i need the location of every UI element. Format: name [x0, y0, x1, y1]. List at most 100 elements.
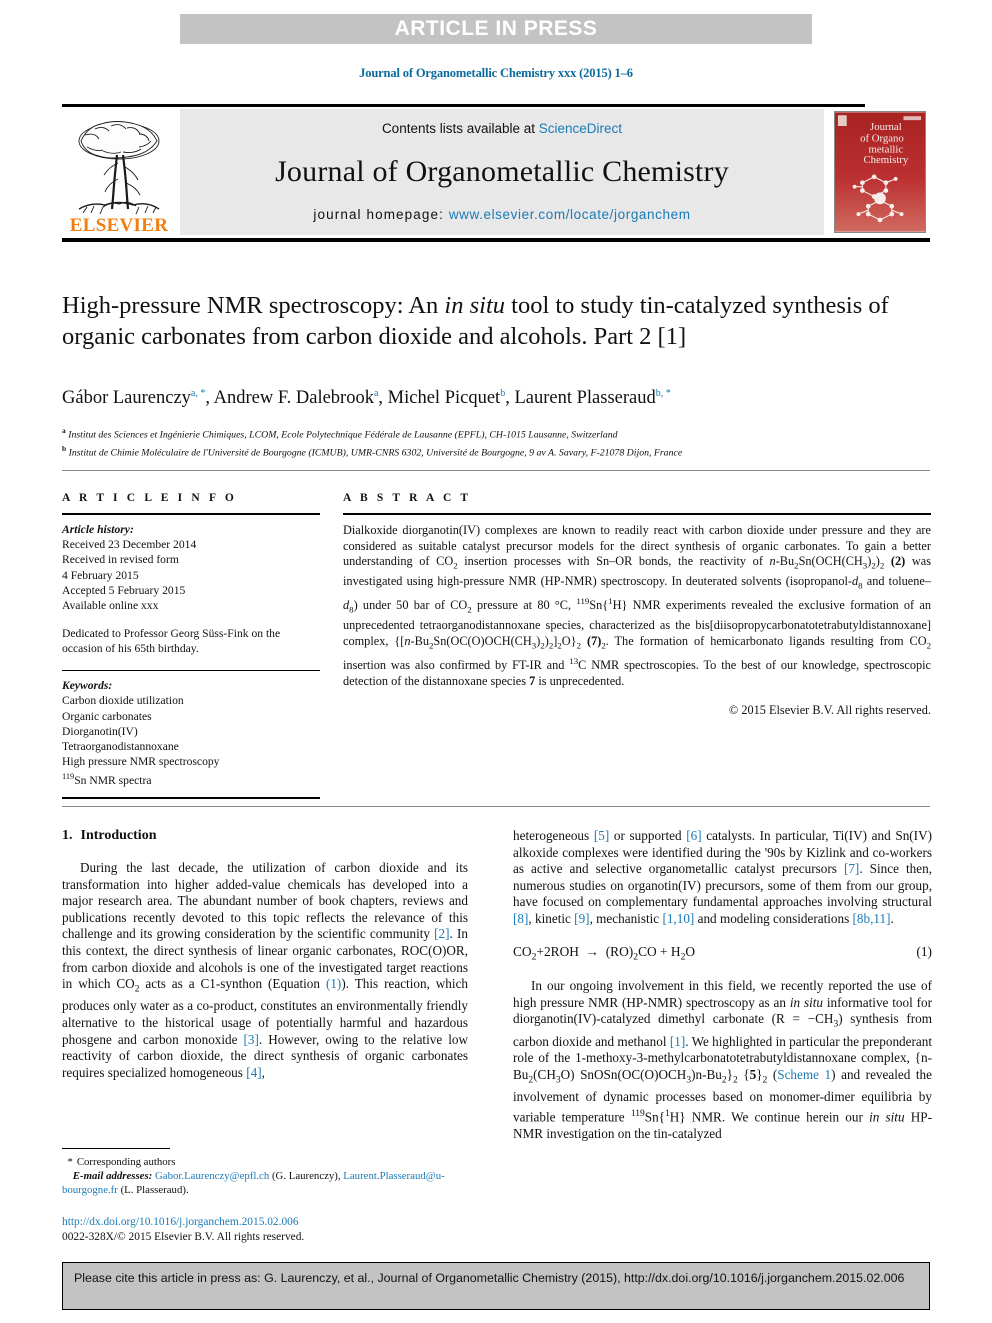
equation-1-body: CO2+2ROH → (RO)2CO + H2O: [513, 943, 696, 963]
scheme-link[interactable]: Scheme 1: [777, 1067, 831, 1082]
homepage-label: journal homepage:: [313, 207, 449, 222]
affiliation-text-b: Institut de Chimie Moléculaire de l'Univ…: [68, 447, 683, 459]
article-in-press-label: ARTICLE IN PRESS: [394, 17, 598, 40]
keyword-item: Tetraorganodistannoxane: [62, 739, 179, 753]
keywords-label: Keywords:: [62, 679, 113, 693]
equation-link[interactable]: (1): [326, 976, 341, 991]
affiliation-list: a Institut des Sciences et Ingénierie Ch…: [62, 424, 922, 461]
author-marks-3[interactable]: b, *: [656, 388, 671, 399]
info-section-top-rule: [62, 470, 930, 471]
issn-copyright-line: 0022-328X/© 2015 Elsevier B.V. All right…: [62, 1230, 305, 1243]
author-name-2: Michel Picquet: [387, 388, 501, 409]
body-column-left: 1. Introduction During the last decade, t…: [62, 828, 468, 1087]
citation-link[interactable]: [2]: [434, 926, 449, 941]
affiliation-row: a Institut des Sciences et Ingénierie Ch…: [62, 424, 922, 442]
footnote-rule: [62, 1148, 170, 1149]
abstract-column: A B S T R A C T Dialkoxide diorganotin(I…: [343, 492, 931, 718]
keyword-item: Diorganotin(IV): [62, 724, 138, 738]
equation-1-number: (1): [916, 943, 932, 959]
email-link-laurenczy[interactable]: Gabor.Laurenczy@epfl.ch: [155, 1170, 269, 1182]
article-in-press-banner: ARTICLE IN PRESS: [180, 14, 812, 44]
citation-link[interactable]: [7]: [844, 861, 859, 876]
section-heading-introduction: 1. Introduction: [62, 828, 468, 844]
email-owner-laurenczy: (G. Laurenczy),: [271, 1170, 341, 1183]
citation-link[interactable]: [8b,11]: [853, 911, 891, 926]
keywords-bottom-rule: [62, 797, 320, 799]
author-name-1: Andrew F. Dalebrook: [213, 388, 374, 409]
body-column-right: heterogeneous [5] or supported [6] catal…: [513, 828, 932, 1148]
masthead-center-panel: Contents lists available at ScienceDirec…: [180, 109, 824, 235]
history-item: Available online xxx: [62, 599, 159, 613]
contents-prefix: Contents lists available at: [381, 121, 539, 136]
history-item: Accepted 5 February 2015: [62, 583, 186, 597]
author-sep-1: ,: [378, 388, 388, 409]
footnote-block: * Corresponding authors E-mail addresses:…: [62, 1148, 468, 1198]
intro-paragraph-2: heterogeneous [5] or supported [6] catal…: [513, 828, 932, 926]
svg-text:Journal: Journal: [870, 121, 902, 133]
author-name-3: Laurent Plasseraud: [514, 388, 656, 409]
keyword-item: Organic carbonates: [62, 709, 152, 723]
affiliation-text-a: Institut des Sciences et Ingénierie Chim…: [68, 429, 618, 441]
citation-link[interactable]: [1,10]: [662, 911, 694, 926]
citation-link[interactable]: [3]: [244, 1032, 259, 1047]
title-italic-in-situ: in situ: [444, 292, 506, 319]
author-sep-0: ,: [205, 388, 214, 409]
email-addresses-line: E-mail addresses: Gabor.Laurenczy@epfl.c…: [62, 1169, 468, 1197]
journal-homepage-line: journal homepage: www.elsevier.com/locat…: [313, 207, 690, 222]
email-link-plasseraud-part1[interactable]: Laurent.Plasseraud@: [343, 1170, 435, 1182]
citation-footer-text: Please cite this article in press as: G.…: [74, 1271, 905, 1285]
masthead-bottom-rule: [62, 238, 930, 242]
elsevier-logo: ELSEVIER: [62, 109, 180, 235]
journal-title: Journal of Organometallic Chemistry: [275, 154, 729, 188]
email-owner-plasseraud: (L. Plasseraud).: [120, 1184, 189, 1197]
masthead-top-rule: [62, 104, 865, 107]
citation-link[interactable]: [8]: [513, 911, 528, 926]
keyword-item: Carbon dioxide utilization: [62, 694, 184, 708]
citation-link[interactable]: [9]: [574, 911, 589, 926]
corresponding-authors-line: * Corresponding authors: [62, 1155, 468, 1169]
equation-1: CO2+2ROH → (RO)2CO + H2O (1): [513, 944, 932, 963]
keyword-isotope-rest: Sn NMR spectra: [74, 774, 152, 788]
article-info-column: A R T I C L E I N F O Article history: R…: [62, 492, 320, 799]
history-item: 4 February 2015: [62, 568, 139, 582]
contents-list-line: Contents lists available at ScienceDirec…: [382, 121, 622, 136]
dedication-block: Dedicated to Professor Georg Süss-Fink o…: [62, 627, 281, 656]
citation-link[interactable]: [5]: [594, 828, 609, 843]
intro-paragraph-1: During the last decade, the utilization …: [62, 860, 469, 1080]
doi-block: http://dx.doi.org/10.1016/j.jorganchem.2…: [62, 1215, 468, 1244]
history-item: Received 23 December 2014: [62, 538, 197, 552]
citation-link[interactable]: [1]: [670, 1034, 685, 1049]
email-addresses-label: E-mail addresses:: [72, 1170, 153, 1183]
corresponding-authors-label: Corresponding authors: [76, 1156, 176, 1168]
homepage-url-link[interactable]: www.elsevier.com/locate/jorganchem: [449, 207, 691, 222]
elsevier-tree-icon: [78, 121, 160, 215]
footnote-text: * Corresponding authors E-mail addresses:…: [62, 1155, 468, 1198]
article-info-rule: [62, 513, 320, 515]
affiliation-mark-a: a: [62, 426, 66, 435]
abstract-copyright: © 2015 Elsevier B.V. All rights reserved…: [728, 703, 931, 718]
abstract-rule: [343, 513, 931, 515]
journal-cover-image: Journal of Organo metallic Chemistry: [834, 111, 926, 233]
title-part-2: tool to study: [505, 292, 634, 319]
affiliation-row: b Institut de Chimie Moléculaire de l'Un…: [62, 442, 922, 460]
keyword-isotope-superscript: 119: [62, 772, 75, 782]
doi-link[interactable]: http://dx.doi.org/10.1016/j.jorganchem.2…: [62, 1215, 468, 1230]
section-number: 1.: [62, 828, 73, 843]
keyword-item: High pressure NMR spectroscopy: [62, 755, 220, 769]
asterisk-icon: *: [67, 1156, 73, 1168]
sciencedirect-link[interactable]: ScienceDirect: [539, 121, 622, 136]
citation-link[interactable]: [4]: [246, 1065, 261, 1080]
page-title: High-pressure NMR spectroscopy: An in si…: [62, 290, 892, 352]
title-part-4: and alcohols. Part 2 [1]: [458, 323, 687, 350]
keywords-block: Keywords: Carbon dioxide utilization Org…: [62, 678, 320, 788]
section-title: Introduction: [80, 828, 157, 843]
keywords-top-rule: [62, 669, 320, 672]
affiliation-mark-b: b: [62, 444, 67, 454]
article-history-block: Article history: Received 23 December 20…: [62, 522, 320, 613]
author-list: Gábor Laurenczya, *, Andrew F. Dalebrook…: [62, 388, 912, 409]
citation-link[interactable]: [6]: [686, 828, 701, 843]
svg-text:Chemistry: Chemistry: [863, 154, 908, 166]
history-item: Received in revised form: [62, 553, 179, 567]
journal-masthead: ELSEVIER Contents lists available at Sci…: [62, 104, 930, 235]
author-marks-0[interactable]: a, *: [191, 388, 205, 399]
